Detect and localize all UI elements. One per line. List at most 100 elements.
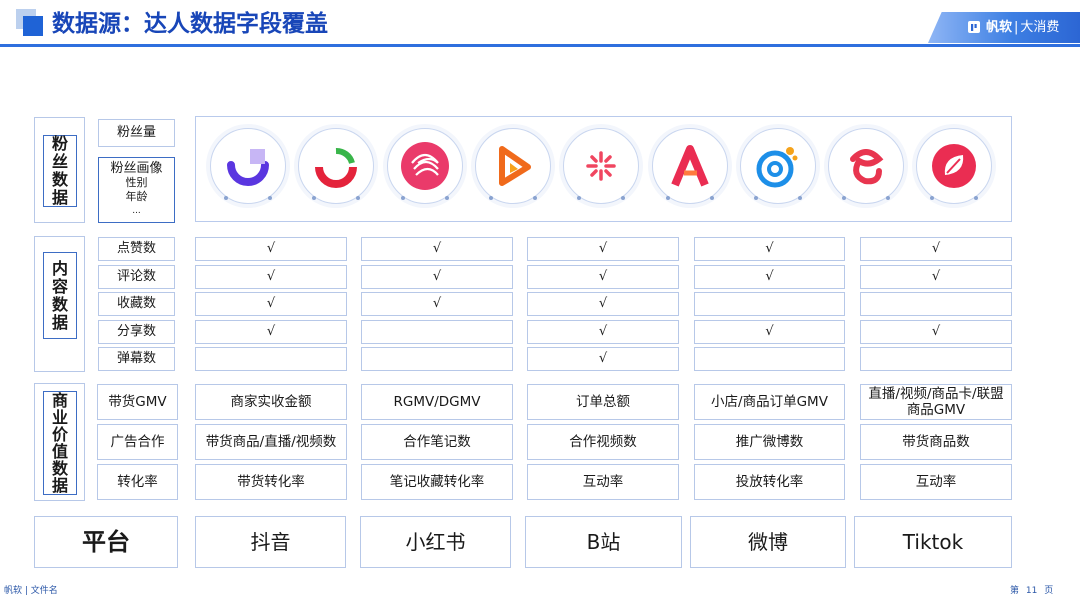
platform-logo-badge: [210, 128, 286, 204]
brand-logo-text: 帆软 | 大消费: [986, 18, 1059, 38]
commercial-matrix-value: 互动率: [582, 474, 624, 490]
content-row-label: 分享数: [98, 320, 175, 344]
footer-page-indicator: 第 11 页: [1010, 583, 1053, 596]
content-matrix-cell: √: [860, 265, 1012, 289]
content-matrix-mark: √: [266, 324, 276, 339]
content-row-label: 评论数: [98, 265, 175, 289]
content-matrix-cell: √: [195, 292, 347, 316]
content-matrix-mark: √: [266, 241, 276, 256]
logo-badge-dot: [753, 196, 758, 200]
page-title: 数据源：达人数据字段覆盖: [52, 11, 328, 37]
content-matrix-cell: √: [860, 320, 1012, 344]
commercial-matrix-cell: 笔记收藏转化率: [361, 464, 513, 500]
content-matrix-cell: √: [694, 265, 845, 289]
content-matrix-cell: [361, 320, 513, 344]
content-matrix-mark: √: [598, 296, 608, 311]
content-matrix-cell: [361, 347, 513, 371]
footer-file-label: 帆软 | 文件名: [4, 586, 58, 596]
commercial-section-label-text: 商业价值数据: [51, 391, 68, 495]
platform-logo-badge: [739, 128, 816, 204]
logo-badge-dot: [532, 196, 537, 200]
commercial-matrix-value: 带货商品数: [902, 434, 970, 450]
header-rule: [0, 44, 1080, 47]
logo-badge-dot: [709, 196, 714, 200]
platform-logo-badge: [386, 128, 463, 204]
play-logo-icon: [488, 141, 538, 191]
brand-sub: 大消费: [1020, 20, 1060, 35]
content-matrix-mark: √: [931, 269, 941, 284]
brand-logo-icon: [968, 21, 980, 33]
content-row-label-text: 弹幕数: [116, 351, 156, 366]
logo-badge-dot: [224, 196, 228, 200]
content-matrix-cell: √: [195, 265, 347, 289]
content-matrix-mark: √: [931, 324, 941, 339]
content-matrix-cell: [694, 347, 845, 371]
content-matrix-mark: √: [765, 241, 774, 256]
commercial-matrix-cell: 推广微博数: [694, 424, 845, 460]
content-matrix-cell: √: [195, 237, 347, 261]
logo-badge-dot: [488, 196, 493, 200]
commercial-matrix-value: 订单总额: [576, 394, 630, 410]
commercial-matrix-value: 合作笔记数: [403, 434, 471, 450]
commercial-row-label-text: 转化率: [117, 474, 158, 490]
content-matrix-mark: √: [931, 241, 941, 256]
at-sign-logo-icon: [753, 141, 803, 191]
content-matrix-mark: √: [432, 241, 442, 256]
knot-logo-icon: [841, 141, 891, 191]
content-matrix-mark: √: [432, 269, 442, 284]
commercial-matrix-cell: 投放转化率: [694, 464, 845, 500]
commercial-matrix-cell: 带货商品/直播/视频数: [195, 424, 347, 460]
content-row-label: 点赞数: [98, 237, 175, 261]
content-matrix-cell: [195, 347, 347, 371]
fans-row-profile: 粉丝画像 性别 年龄 ...: [98, 157, 175, 223]
content-matrix-mark: √: [266, 296, 276, 311]
commercial-matrix-value: 笔记收藏转化率: [389, 474, 485, 490]
platform-name: 小红书: [405, 530, 466, 554]
commercial-section-label: 商业价值数据: [43, 391, 77, 495]
content-matrix-cell: √: [694, 320, 845, 344]
commercial-matrix-value: 商家实收金额: [230, 394, 312, 410]
content-row-label: 弹幕数: [98, 347, 175, 371]
content-matrix-cell: √: [694, 237, 845, 261]
commercial-matrix-cell: 互动率: [860, 464, 1012, 500]
platform-name: 微博: [748, 530, 788, 554]
commercial-matrix-cell: 带货商品数: [860, 424, 1012, 460]
content-section-label: 内容数据: [43, 252, 77, 339]
fans-row-profile-gender: 性别: [125, 176, 148, 189]
commercial-matrix-value: 带货商品/直播/视频数: [205, 434, 337, 450]
commercial-row-label-text: 带货GMV: [108, 394, 167, 410]
fans-row-count-label: 粉丝量: [116, 125, 156, 140]
letter-a-logo-icon: [665, 141, 715, 191]
platform-name-cell: Tiktok: [854, 516, 1012, 568]
platform-name-cell: B站: [525, 516, 682, 568]
content-matrix-mark: √: [598, 351, 608, 366]
commercial-matrix-value: RGMV/DGMV: [393, 394, 481, 410]
platform-name: Tiktok: [902, 530, 964, 554]
brand-name: 帆软: [986, 20, 1013, 35]
content-row-label-text: 收藏数: [116, 296, 156, 311]
arc-logo-icon: [223, 141, 273, 191]
content-row-label-text: 点赞数: [116, 241, 156, 256]
commercial-row-label: 带货GMV: [97, 384, 178, 420]
content-matrix-cell: √: [195, 320, 347, 344]
commercial-matrix-cell: 带货转化率: [195, 464, 347, 500]
platform-logo-badge: [563, 128, 640, 204]
content-matrix-mark: √: [598, 241, 608, 256]
content-matrix-cell: [860, 292, 1012, 316]
content-matrix-cell: √: [361, 265, 513, 289]
content-matrix-cell: √: [361, 237, 513, 261]
commercial-matrix-cell: 直播/视频/商品卡/联盟商品GMV: [860, 384, 1012, 420]
commercial-matrix-cell: 商家实收金额: [195, 384, 347, 420]
logo-badge-dot: [400, 196, 405, 200]
platform-name-cell: 小红书: [360, 516, 511, 568]
content-matrix-cell: √: [527, 265, 679, 289]
commercial-matrix-cell: 小店/商品订单GMV: [694, 384, 845, 420]
commercial-matrix-value: 带货转化率: [237, 474, 305, 490]
platform-name: B站: [586, 530, 621, 554]
content-matrix-mark: √: [765, 324, 774, 339]
commercial-matrix-value: 推广微博数: [735, 434, 804, 450]
logo-badge-dot: [444, 196, 449, 200]
platform-logo-badge: [474, 128, 551, 204]
footer-page-prefix: 第: [1010, 586, 1020, 596]
content-matrix-mark: √: [598, 324, 608, 339]
